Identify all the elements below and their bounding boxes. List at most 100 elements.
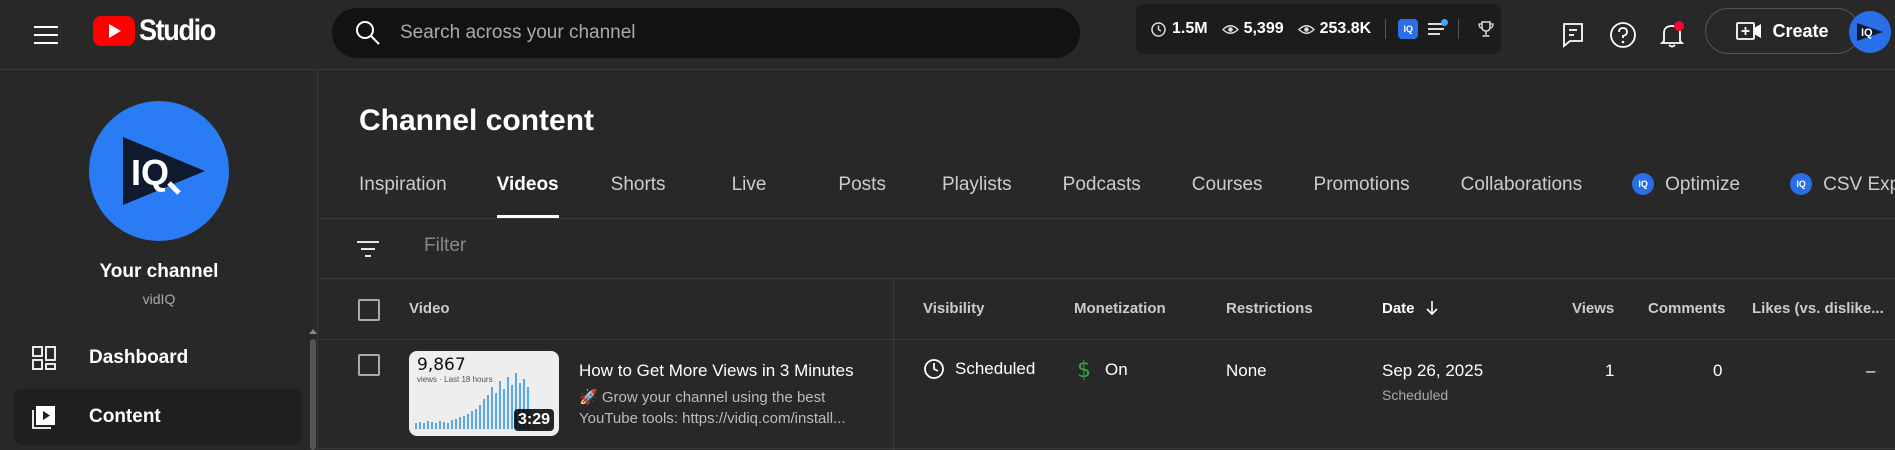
column-monetization[interactable]: Monetization: [1074, 300, 1166, 317]
column-video: Video: [409, 300, 450, 317]
channel-avatar[interactable]: IQ: [89, 101, 229, 241]
clock-icon: [1151, 21, 1166, 37]
list-button[interactable]: [1428, 19, 1449, 36]
tab-promotions[interactable]: Promotions: [1314, 174, 1410, 218]
tab-podcasts[interactable]: Podcasts: [1063, 174, 1141, 218]
svg-text:IQ: IQ: [1861, 27, 1873, 39]
clock-icon: [924, 359, 944, 379]
sidebar-item-dashboard[interactable]: Dashboard: [14, 330, 302, 386]
video-title[interactable]: How to Get More Views in 3 Minutes: [579, 361, 854, 381]
feedback-button[interactable]: [1553, 15, 1593, 55]
video-thumbnail[interactable]: 9,867 views · Last 18 hours 3:29: [409, 351, 559, 436]
column-date-label: Date: [1382, 300, 1415, 317]
notification-dot: [1674, 21, 1684, 31]
list-notification-dot: [1441, 19, 1449, 26]
youtube-play-icon: [93, 16, 135, 46]
tab-live[interactable]: Live: [732, 174, 767, 218]
create-button[interactable]: Create: [1705, 8, 1860, 54]
column-date[interactable]: Date: [1382, 300, 1439, 317]
account-avatar[interactable]: IQ: [1849, 11, 1891, 53]
likes-value: –: [1866, 361, 1876, 380]
vidiq-tab-icon: IQ: [1790, 173, 1813, 195]
stat-views-a-value: 5,399: [1243, 20, 1284, 37]
row-checkbox[interactable]: [358, 354, 380, 376]
tab-label: Playlists: [941, 174, 1012, 195]
top-header: Studio 1.5M 5,399 253.8K IQ: [0, 0, 1895, 70]
channel-title: Your channel: [99, 261, 219, 282]
sidebar-item-content[interactable]: Content: [14, 389, 302, 445]
column-views[interactable]: Views: [1572, 300, 1614, 317]
tab-posts[interactable]: Posts: [838, 174, 886, 218]
logo-text: Studio: [139, 14, 216, 47]
search-input[interactable]: [400, 22, 1040, 44]
vidiq-tab-icon: IQ: [1632, 173, 1655, 195]
stat-subscribers-value: 1.5M: [1172, 20, 1208, 37]
tab-label: Shorts: [610, 174, 666, 195]
comments-value: 0: [1713, 361, 1723, 380]
filter-bar: [319, 219, 1895, 279]
help-button[interactable]: [1603, 15, 1643, 55]
studio-logo[interactable]: Studio: [93, 14, 223, 48]
page-title: Channel content: [359, 104, 595, 137]
tab-courses[interactable]: Courses: [1192, 174, 1263, 218]
eye-icon: [1297, 24, 1315, 34]
dashboard-icon: [32, 346, 56, 370]
tab-csv-export[interactable]: IQ CSV Expo: [1790, 173, 1895, 218]
column-likes[interactable]: Likes (vs. dislike...: [1752, 300, 1884, 317]
tab-inspiration[interactable]: Inspiration: [359, 174, 447, 218]
column-restrictions[interactable]: Restrictions: [1226, 300, 1313, 317]
stats-divider: [1458, 19, 1460, 39]
table-header: Video Visibility Monetization Restrictio…: [319, 280, 1895, 340]
visibility-value: Scheduled: [955, 359, 1036, 378]
notifications-button[interactable]: [1652, 15, 1692, 55]
trophy-button[interactable]: [1477, 20, 1495, 38]
video-duration: 3:29: [513, 409, 554, 431]
column-comments[interactable]: Comments: [1648, 300, 1726, 317]
search-icon: [356, 21, 380, 45]
stat-views-b-value: 253.8K: [1319, 20, 1372, 37]
filter-input[interactable]: [424, 235, 824, 257]
visibility-cell[interactable]: Scheduled: [923, 358, 1035, 380]
date-status: Scheduled: [1382, 387, 1449, 403]
tab-label: Courses: [1191, 174, 1263, 195]
sidebar-item-label: Dashboard: [89, 347, 189, 368]
eye-icon: [1221, 24, 1239, 34]
filter-icon[interactable]: [354, 235, 382, 263]
search-bar[interactable]: [332, 8, 1080, 58]
vidiq-avatar-icon: IQ: [1857, 23, 1883, 41]
views-value: 1: [1605, 361, 1615, 380]
stat-views-a[interactable]: 5,399: [1221, 20, 1284, 38]
restrictions-value: None: [1226, 361, 1267, 380]
tab-label: Podcasts: [1062, 174, 1141, 195]
monetization-cell[interactable]: $ On: [1077, 358, 1128, 382]
tab-label: Live: [731, 174, 767, 195]
sidebar: IQ Your channel vidIQ Dashboard Content: [0, 71, 318, 450]
svg-text:$: $: [1077, 358, 1091, 382]
sidebar-scroll-up[interactable]: [309, 329, 317, 334]
stats-divider: [1385, 19, 1387, 39]
table-row[interactable]: 9,867 views · Last 18 hours 3:29 How to …: [319, 341, 1895, 449]
sidebar-item-label: Content: [89, 406, 161, 427]
stat-subscribers[interactable]: 1.5M: [1150, 20, 1208, 38]
stat-views-b[interactable]: 253.8K: [1297, 20, 1372, 38]
tab-label: CSV Expo: [1823, 174, 1895, 195]
sidebar-scrollbar[interactable]: [310, 339, 316, 450]
svg-text:IQ: IQ: [131, 152, 169, 193]
tab-collaborations[interactable]: Collaborations: [1461, 174, 1582, 218]
select-all-checkbox[interactable]: [358, 299, 380, 321]
vidiq-logo-icon[interactable]: IQ: [1398, 19, 1419, 39]
column-visibility[interactable]: Visibility: [923, 300, 984, 317]
tab-videos[interactable]: Videos: [496, 174, 559, 218]
tab-playlists[interactable]: Playlists: [942, 174, 1012, 218]
channel-name: vidIQ: [142, 291, 176, 307]
content-icon: [32, 406, 55, 429]
feedback-icon: [1563, 23, 1583, 48]
tab-label: Inspiration: [359, 174, 447, 195]
tab-optimize[interactable]: IQ Optimize: [1632, 173, 1740, 218]
tab-shorts[interactable]: Shorts: [611, 174, 666, 218]
date-value: Sep 26, 2025: [1382, 361, 1484, 380]
tab-label: Promotions: [1313, 174, 1410, 195]
menu-button[interactable]: [26, 15, 66, 55]
help-icon: [1610, 22, 1636, 48]
dollar-icon: $: [1077, 358, 1091, 382]
